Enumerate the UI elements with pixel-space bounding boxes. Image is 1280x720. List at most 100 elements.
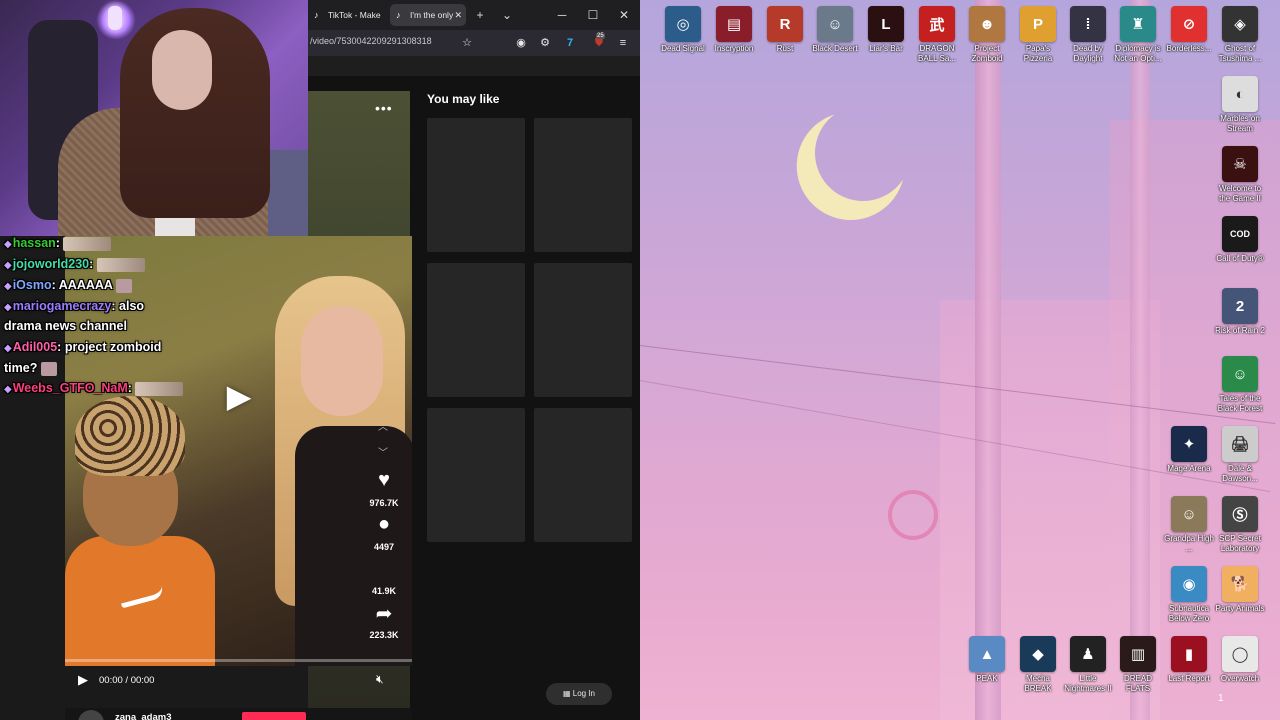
desktop-shortcut[interactable]: ☠ Welcome to the Game II (1215, 146, 1265, 204)
app-icon: ▤ (716, 6, 752, 42)
desktop-shortcut[interactable]: ☺ Grandpa High ... (1164, 496, 1214, 554)
url-text[interactable]: /video/7530042209291308318 (310, 36, 432, 46)
tab-im-the-only[interactable]: ♪ I'm the only ✕ (390, 4, 466, 26)
wallpaper-moon (801, 91, 924, 214)
desktop-shortcut[interactable]: ◈ Ghost of Tsushima ... (1215, 6, 1265, 64)
desktop-shortcut[interactable]: COD Call of Duty® (1215, 216, 1265, 264)
desktop-shortcut-label: Last Report (1168, 674, 1210, 683)
minimize-button[interactable]: ─ (551, 4, 573, 26)
desktop-shortcut-label: Mage Arena (1167, 464, 1211, 473)
bookmark-star-icon[interactable]: ☆ (459, 35, 475, 51)
chat-separator: : (55, 236, 64, 250)
login-button[interactable]: ▦ Log In (546, 683, 612, 705)
desktop-shortcut[interactable]: 🐕 Party Animals (1215, 566, 1265, 614)
desktop-shortcut[interactable]: P Papa's Pizzeria (1013, 6, 1063, 64)
tab-tiktok-make[interactable]: ♪ TikTok - Make (308, 4, 388, 26)
follow-button[interactable] (242, 712, 306, 720)
desktop-shortcut[interactable]: ☻ Project Zomboid (962, 6, 1012, 64)
desktop-shortcut-label: Risk of Rain 2 (1215, 326, 1265, 335)
chevron-down-icon[interactable]: ⌄ (496, 4, 518, 26)
desktop-shortcut[interactable]: 🖨 Dale & Dawson... (1215, 426, 1265, 484)
desktop-shortcut[interactable]: ☺ Tales of the Black Forest (1215, 356, 1265, 414)
tab-label: I'm the only (410, 10, 454, 20)
address-bar[interactable]: /video/7530042209291308318 ☆ ◉ ⚙ 7 ⛊ 25 … (308, 30, 640, 56)
like-heart-icon[interactable]: ♥ (372, 469, 396, 492)
streamer-face (152, 30, 212, 110)
more-options-button[interactable]: ••• (375, 100, 393, 116)
recommended-video-tile[interactable] (427, 118, 525, 252)
desktop-shortcut[interactable]: ◐ Marbles on Stream (1215, 76, 1265, 134)
wallpaper-pole (975, 0, 1001, 720)
tiktok-icon: ♪ (396, 10, 401, 20)
video-progress-bar[interactable] (65, 659, 412, 662)
desktop-shortcut-label: Rust (776, 44, 794, 53)
maximize-button[interactable]: ☐ (582, 4, 604, 26)
desktop-shortcut[interactable]: ◉ Subnautica Below Zero (1164, 566, 1214, 624)
recommended-video-tile[interactable] (534, 118, 632, 252)
previous-video-icon[interactable]: ︿ (378, 418, 388, 433)
menu-icon[interactable]: ≡ (615, 35, 631, 51)
desktop-shortcut-label: Dale & Dawson... (1222, 464, 1258, 483)
seventv-extension-icon[interactable]: 7 (562, 35, 578, 51)
chat-message: ◆Weebs_GTFO_NaM: (4, 381, 184, 396)
account-icon[interactable]: ◉ (513, 35, 529, 51)
app-icon: P (1020, 6, 1056, 42)
desktop-shortcut-label: Borderless... (1166, 44, 1212, 53)
desktop-shortcut-label: Diplomacy is Not an Opti... (1114, 44, 1162, 63)
desktop-shortcut[interactable]: ◆ Mecha BREAK (1013, 636, 1063, 694)
desktop-shortcut[interactable]: Ⓢ SCP Secret Laboratory (1215, 496, 1265, 554)
recommended-video-tile[interactable] (534, 408, 632, 542)
desktop-shortcut[interactable]: 2 Risk of Rain 2 (1215, 288, 1265, 336)
login-label: Log In (572, 689, 596, 698)
app-icon: ◎ (665, 6, 701, 42)
desktop-shortcut[interactable]: R Rust (760, 6, 810, 54)
chat-emote (63, 236, 112, 251)
app-icon: 🖨 (1222, 426, 1258, 462)
desktop-shortcut[interactable]: ⊘ Borderless... (1164, 6, 1214, 54)
extensions-icon[interactable]: ⚙ (537, 35, 553, 51)
chat-badge-icon: ◆ (4, 260, 12, 271)
close-window-button[interactable]: ✕ (613, 4, 635, 26)
mute-icon[interactable]: 🔇︎ (376, 672, 384, 687)
desktop-shortcut[interactable]: ▲ PEAK (962, 636, 1012, 684)
app-icon: ◯ (1222, 636, 1258, 672)
chat-emote (40, 361, 57, 376)
next-video-icon[interactable]: ﹀ (378, 444, 388, 459)
app-icon: ♜ (1120, 6, 1156, 42)
desktop-shortcut-label: Grandpa High ... (1164, 534, 1214, 553)
author-name[interactable]: zana_adam3 (115, 712, 172, 720)
desktop-shortcut[interactable]: ▤ Inscryption (709, 6, 759, 54)
chat-text: also (119, 299, 145, 313)
desktop-shortcut[interactable]: ◎ Dead Signal (658, 6, 708, 54)
chat-separator: : (51, 278, 59, 292)
desktop-shortcut[interactable]: ☺ Black Desert (810, 6, 860, 54)
headphones-icon (108, 6, 122, 30)
chat-message: drama news channel (4, 319, 127, 333)
chat-badge-icon: ◆ (4, 302, 12, 313)
recommended-video-tile[interactable] (534, 263, 632, 397)
desktop-shortcut[interactable]: 武 DRAGON BALL Sa... (912, 6, 962, 64)
desktop-shortcut[interactable]: ♜ Diplomacy is Not an Opti... (1113, 6, 1163, 64)
play-icon[interactable]: ▶ (214, 371, 264, 421)
comment-icon[interactable]: ● (372, 513, 396, 536)
desktop-shortcut[interactable]: ▥ DREAD FLATS (1113, 636, 1163, 694)
recommended-video-tile[interactable] (427, 408, 525, 542)
app-icon: ☠ (1222, 146, 1258, 182)
tab-close-icon[interactable]: ✕ (454, 4, 462, 26)
share-icon[interactable]: ➦ (372, 601, 396, 626)
chat-emote (96, 257, 145, 272)
app-icon: L (868, 6, 904, 42)
desktop-shortcut[interactable]: ✦ Mage Arena (1164, 426, 1214, 474)
desktop-shortcut[interactable]: ⁞ Dead by Daylight (1063, 6, 1113, 64)
tab-bar: ♪ TikTok - Make ♪ I'm the only ✕ + ⌄ ─ ☐… (308, 0, 640, 30)
new-tab-button[interactable]: + (469, 4, 491, 26)
desktop-shortcut[interactable]: L Liar's Bar (861, 6, 911, 54)
desktop-shortcut[interactable]: ♟ Little Nightmares II (1063, 636, 1113, 694)
desktop-shortcut[interactable]: ◯ Overwatch (1215, 636, 1265, 684)
desktop-shortcut[interactable]: ▮ Last Report (1164, 636, 1214, 684)
play-pause-icon[interactable]: ▶ (78, 672, 88, 688)
recommended-video-tile[interactable] (427, 263, 525, 397)
desktop-shortcut-label: Project Zomboid (971, 44, 1003, 63)
ublock-count-badge: 25 (596, 33, 605, 39)
wallpaper-sign (888, 490, 938, 540)
